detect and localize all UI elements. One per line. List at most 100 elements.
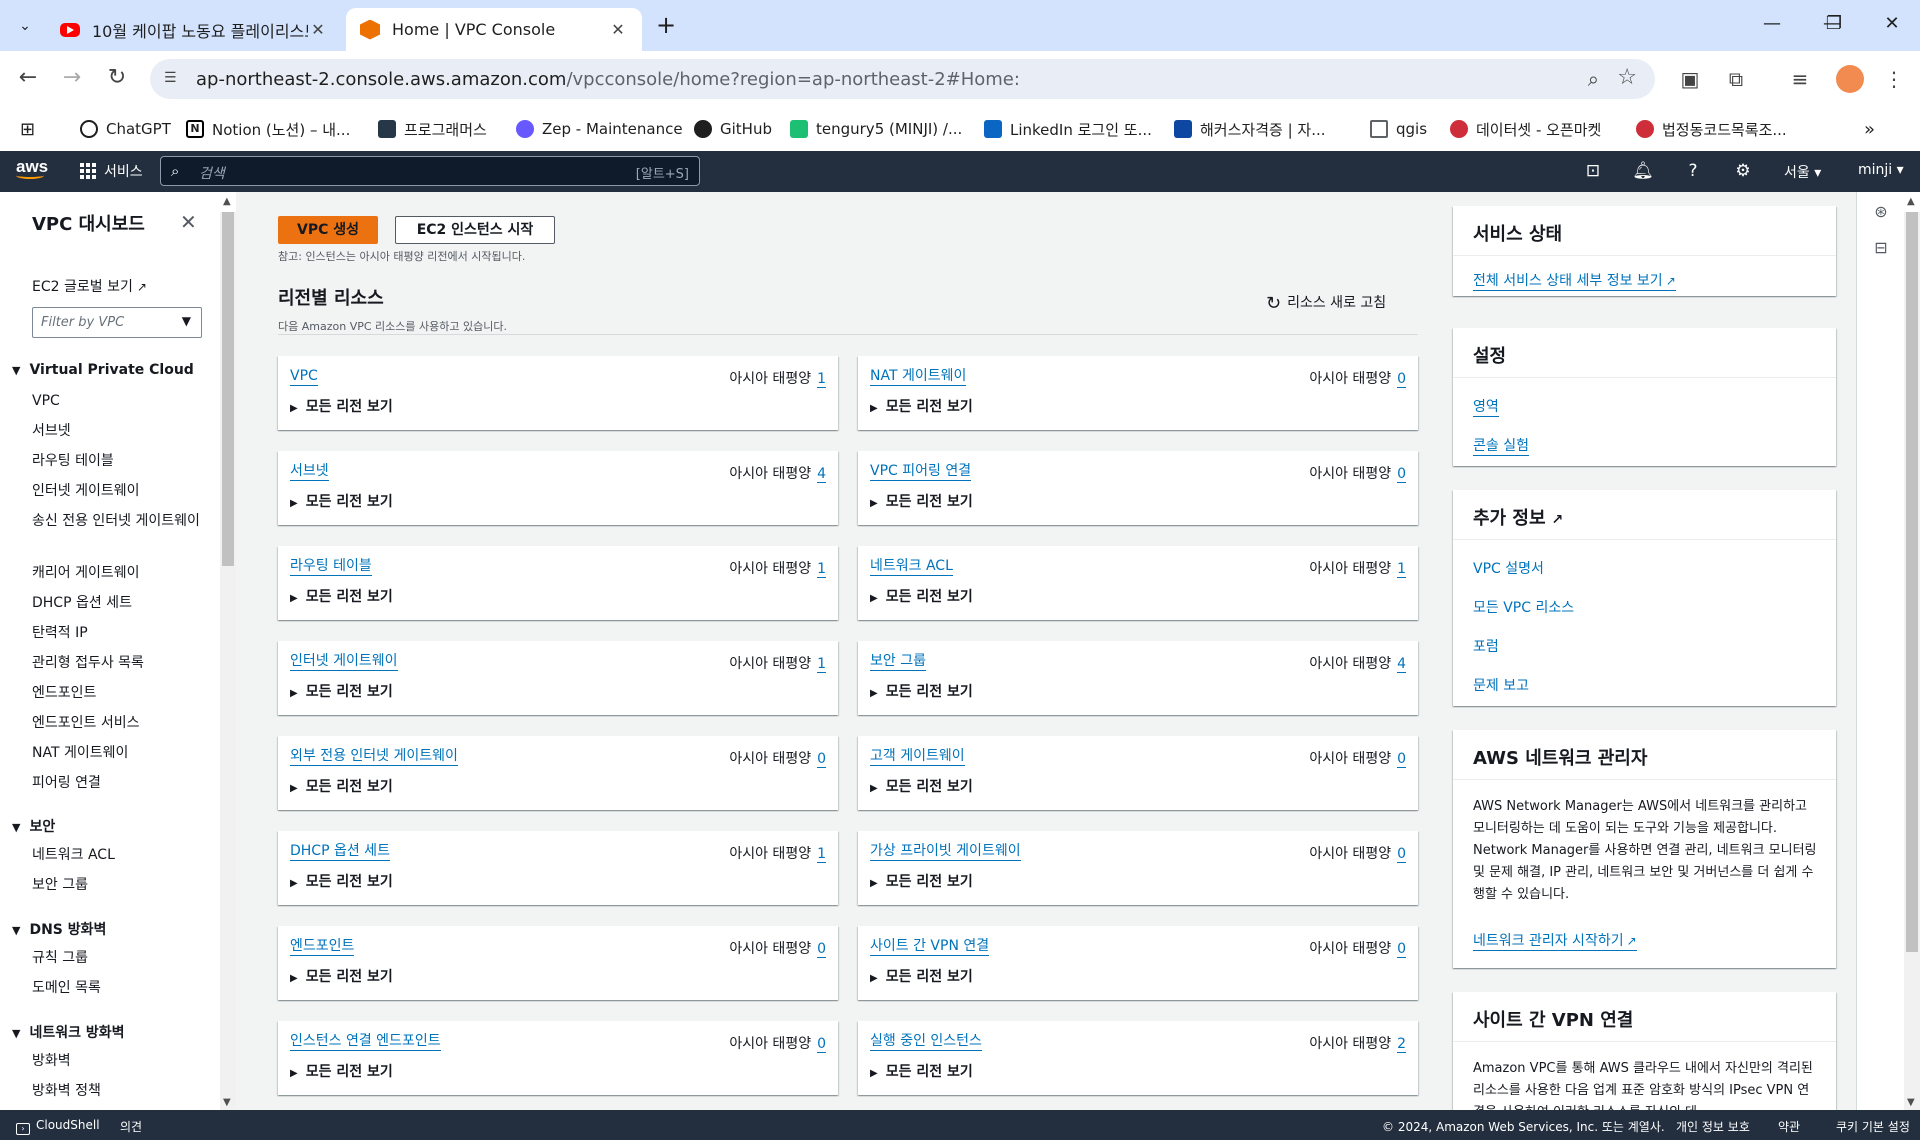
expand-all-regions[interactable]: ▶ 모든 리전 보기	[290, 491, 393, 511]
restore-window-icon[interactable]: ❐	[1814, 10, 1854, 40]
expand-all-regions[interactable]: ▶ 모든 리전 보기	[870, 1061, 973, 1081]
services-menu-button[interactable]: 서비스	[80, 161, 143, 181]
sidebar-item-peering-connections[interactable]: 피어링 연결	[32, 773, 202, 793]
network-manager-start-link[interactable]: 네트워크 관리자 시작하기 ↗	[1473, 932, 1637, 951]
resource-count-link[interactable]: 0	[1397, 846, 1406, 863]
resource-count-link[interactable]: 1	[817, 561, 826, 578]
sidebar-item-internet-gateways[interactable]: 인터넷 게이트웨이	[32, 481, 202, 501]
resource-count-link[interactable]: 0	[1397, 466, 1406, 483]
resource-link[interactable]: 외부 전용 인터넷 게이트웨이	[290, 748, 458, 766]
account-menu[interactable]: minji ▾	[1858, 162, 1904, 178]
tab-close-icon[interactable]: ✕	[608, 20, 628, 39]
tab-search-icon[interactable]: ⌄	[10, 11, 40, 41]
help-icon[interactable]: ?	[1682, 160, 1704, 182]
sidenav-scrollbar[interactable]: ▲ ▼	[220, 196, 236, 1110]
scrollbar-thumb[interactable]	[222, 212, 234, 566]
new-tab-plus-icon[interactable]: +	[652, 12, 680, 40]
sidebar-item-elastic-ips[interactable]: 탄력적 IP	[32, 623, 202, 643]
all-vpc-resources-link[interactable]: 모든 VPC 리소스	[1473, 599, 1574, 617]
sidebar-item-nat-gateways[interactable]: NAT 게이트웨이	[32, 743, 202, 763]
tab-close-icon[interactable]: ✕	[308, 20, 328, 39]
resource-link[interactable]: 고객 게이트웨이	[870, 748, 965, 766]
bookmark-hackers[interactable]: 해커스자격증 | 자...	[1174, 115, 1326, 143]
zones-link[interactable]: 영역	[1473, 398, 1499, 417]
vpc-filter-select[interactable]: Filter by VPC ▼	[32, 307, 202, 338]
sidebar-item-vpc[interactable]: VPC	[32, 391, 202, 411]
back-arrow-icon[interactable]: ←	[12, 63, 44, 95]
resource-count-link[interactable]: 4	[1397, 656, 1406, 673]
notifications-bell-icon[interactable]: 🔔︎	[1632, 160, 1654, 182]
resource-link[interactable]: 인스턴스 연결 엔드포인트	[290, 1033, 441, 1051]
console-experiments-link[interactable]: 콘솔 실험	[1473, 437, 1529, 456]
bookmark-programmers[interactable]: 프로그래머스	[378, 115, 487, 143]
sidebar-item-egress-only-gateways[interactable]: 송신 전용 인터넷 게이트웨이	[32, 511, 202, 531]
sidebar-item-network-acls[interactable]: 네트워크 ACL	[32, 845, 202, 865]
bookmark-notion[interactable]: N Notion (노션) – 내...	[186, 115, 350, 143]
sidebar-item-subnets[interactable]: 서브넷	[32, 421, 202, 441]
resource-count-link[interactable]: 1	[1397, 561, 1406, 578]
resource-count-link[interactable]: 0	[817, 751, 826, 768]
resource-count-link[interactable]: 1	[817, 656, 826, 673]
browser-tab-vpc-console[interactable]: Home | VPC Console ✕	[346, 8, 642, 51]
section-security[interactable]: ▼ 보안	[12, 816, 55, 836]
cookie-preferences-link[interactable]: 쿠키 기본 설정	[1836, 1118, 1910, 1135]
feedback-button[interactable]: 의견	[120, 1118, 142, 1135]
tab-groups-icon[interactable]: ▣	[1676, 65, 1704, 93]
resource-link[interactable]: 인터넷 게이트웨이	[290, 653, 398, 671]
resource-count-link[interactable]: 1	[817, 846, 826, 863]
terms-link[interactable]: 약관	[1778, 1118, 1800, 1135]
resource-link[interactable]: 엔드포인트	[290, 938, 355, 956]
sidebar-item-carrier-gateways[interactable]: 캐리어 게이트웨이	[32, 563, 202, 583]
address-bar[interactable]: ☰ ap-northeast-2.console.aws.amazon.com/…	[150, 59, 1655, 99]
section-virtual-private-cloud[interactable]: ▼ Virtual Private Cloud	[12, 362, 194, 378]
expand-all-regions[interactable]: ▶ 모든 리전 보기	[870, 491, 973, 511]
forward-arrow-icon[interactable]: →	[56, 63, 88, 95]
sidebar-item-endpoints[interactable]: 엔드포인트	[32, 683, 202, 703]
expand-all-regions[interactable]: ▶ 모든 리전 보기	[290, 871, 393, 891]
resource-count-link[interactable]: 4	[817, 466, 826, 483]
bookmark-zep[interactable]: Zep - Maintenance	[516, 115, 683, 143]
scroll-up-arrow-icon[interactable]: ▲	[223, 196, 231, 207]
aws-logo[interactable]: aws	[16, 158, 52, 184]
resource-link[interactable]: NAT 게이트웨이	[870, 368, 967, 386]
resource-link[interactable]: 가상 프라이빗 게이트웨이	[870, 843, 1021, 861]
region-selector[interactable]: 서울 ▾	[1784, 162, 1821, 182]
expand-all-regions[interactable]: ▶ 모든 리전 보기	[290, 776, 393, 796]
resource-count-link[interactable]: 1	[817, 371, 826, 388]
sidebar-item-endpoint-services[interactable]: 엔드포인트 서비스	[32, 713, 202, 733]
resource-count-link[interactable]: 0	[1397, 751, 1406, 768]
cloudshell-icon[interactable]: ⊡	[1582, 160, 1604, 182]
resource-count-link[interactable]: 0	[817, 1036, 826, 1053]
sidebar-item-firewalls[interactable]: 방화벽	[32, 1051, 202, 1071]
info-panel-icon[interactable]: ⊛	[1871, 202, 1891, 222]
bookmark-github[interactable]: GitHub	[694, 115, 772, 143]
sidebar-item-dhcp-option-sets[interactable]: DHCP 옵션 세트	[32, 593, 202, 613]
resource-count-link[interactable]: 0	[1397, 371, 1406, 388]
bookmark-chatgpt[interactable]: ChatGPT	[80, 115, 171, 143]
report-issue-link[interactable]: 문제 보고	[1473, 677, 1529, 695]
site-info-icon[interactable]: ☰	[164, 70, 184, 88]
refresh-resources-button[interactable]: ↻ 리소스 새로 고침	[1266, 292, 1386, 314]
bookmark-legal-code[interactable]: 법정동코드목록조...	[1636, 115, 1787, 143]
create-vpc-button[interactable]: VPC 생성	[278, 216, 378, 244]
expand-all-regions[interactable]: ▶ 모든 리전 보기	[290, 586, 393, 606]
cloudshell-button[interactable]: › CloudShell	[16, 1118, 100, 1135]
settings-gear-icon[interactable]: ⚙	[1732, 160, 1754, 182]
expand-all-regions[interactable]: ▶ 모든 리전 보기	[870, 586, 973, 606]
resource-link[interactable]: VPC	[290, 368, 318, 386]
expand-all-regions[interactable]: ▶ 모든 리전 보기	[290, 1061, 393, 1081]
chrome-menu-icon[interactable]: ⋮	[1880, 65, 1908, 93]
resource-count-link[interactable]: 0	[817, 941, 826, 958]
sidebar-item-route-tables[interactable]: 라우팅 테이블	[32, 451, 202, 471]
bookmark-linkedin[interactable]: LinkedIn 로그인 또...	[984, 115, 1152, 143]
resource-link[interactable]: 라우팅 테이블	[290, 558, 372, 576]
scrollbar-thumb[interactable]	[1906, 212, 1918, 952]
service-health-details-link[interactable]: 전체 서비스 상태 세부 정보 보기 ↗	[1473, 272, 1676, 291]
resource-link[interactable]: VPC 피어링 연결	[870, 463, 972, 481]
bookmark-dataset[interactable]: 데이터셋 - 오픈마켓	[1450, 115, 1601, 143]
section-network-firewall[interactable]: ▼ 네트워크 방화벽	[12, 1022, 125, 1042]
bookmark-velog[interactable]: tengury5 (MINJI) /...	[790, 115, 962, 143]
resource-link[interactable]: 실행 중인 인스턴스	[870, 1033, 982, 1051]
profile-avatar[interactable]	[1836, 65, 1864, 93]
close-sidenav-icon[interactable]: ✕	[180, 210, 197, 234]
